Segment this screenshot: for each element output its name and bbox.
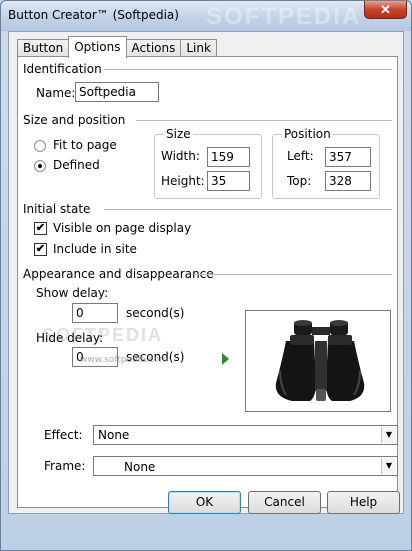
section-divider <box>104 69 392 70</box>
ok-button[interactable]: OK <box>168 491 241 514</box>
width-field[interactable]: 159 <box>207 147 250 167</box>
binoculars-icon <box>275 320 365 401</box>
tab-bar: Button Options Actions Link <box>17 36 217 58</box>
left-label: Left: <box>287 149 314 163</box>
frame-select-value: None <box>124 460 156 474</box>
height-field[interactable]: 35 <box>207 171 250 191</box>
options-panel: Identification Name: Softpedia Size and … <box>17 56 398 508</box>
appearance-heading: Appearance and disappearance <box>23 267 214 281</box>
defined-radio[interactable] <box>34 160 46 172</box>
chevron-down-icon: ▼ <box>381 427 396 443</box>
effect-select-value: None <box>98 428 130 442</box>
preview-watermark-url: www.softpedia.com <box>80 355 168 365</box>
cancel-button[interactable]: Cancel <box>248 491 321 514</box>
initial-state-heading: Initial state <box>23 202 91 216</box>
hide-delay-label: Hide delay: <box>36 331 104 345</box>
frame-label: Frame: <box>44 459 86 473</box>
include-label: Include in site <box>53 242 137 256</box>
effect-label: Effect: <box>44 428 83 442</box>
visible-label: Visible on page display <box>53 221 192 235</box>
help-button[interactable]: Help <box>327 491 400 514</box>
show-delay-field[interactable]: 0 <box>72 303 118 323</box>
width-label: Width: <box>161 149 200 163</box>
section-divider <box>194 274 392 275</box>
section-divider <box>136 120 392 121</box>
left-field[interactable]: 357 <box>325 147 371 167</box>
include-checkbox[interactable]: ✔ <box>34 243 47 256</box>
tab-link[interactable]: Link <box>180 39 217 57</box>
size-position-heading: Size and position <box>23 113 126 127</box>
chevron-down-icon: ▼ <box>381 458 396 474</box>
identification-heading: Identification <box>23 62 102 76</box>
effect-select[interactable]: None ▼ <box>93 425 398 445</box>
height-label: Height: <box>161 174 205 188</box>
name-label: Name: <box>36 86 76 100</box>
position-group-title: Position <box>282 127 333 141</box>
section-divider <box>104 209 392 210</box>
show-delay-unit: second(s) <box>126 306 185 320</box>
fit-to-page-label: Fit to page <box>53 138 117 152</box>
tab-actions[interactable]: Actions <box>125 39 182 57</box>
top-label: Top: <box>287 174 312 188</box>
window-title: Button Creator™ (Softpedia) <box>8 8 179 22</box>
tab-options[interactable]: Options <box>68 36 127 58</box>
visible-checkbox[interactable]: ✔ <box>34 222 47 235</box>
fit-to-page-radio[interactable] <box>34 140 46 152</box>
close-icon: ✕ <box>380 2 391 17</box>
size-group-title: Size <box>164 127 193 141</box>
show-delay-label: Show delay: <box>36 286 109 300</box>
title-bar[interactable]: Button Creator™ (Softpedia) SOFTPEDIA ✕ <box>1 1 411 31</box>
tab-button[interactable]: Button <box>17 39 70 57</box>
play-preview-icon[interactable] <box>222 353 229 365</box>
dialog-content: Button Options Actions Link Identificati… <box>8 31 404 514</box>
dialog-window: Button Creator™ (Softpedia) SOFTPEDIA ✕ … <box>0 0 412 551</box>
button-preview-image <box>245 310 391 412</box>
top-field[interactable]: 328 <box>325 171 371 191</box>
frame-select[interactable]: None ▼ <box>93 456 398 476</box>
close-button[interactable]: ✕ <box>364 1 407 19</box>
name-field[interactable]: Softpedia <box>75 82 159 102</box>
defined-label: Defined <box>53 158 100 172</box>
title-watermark: SOFTPEDIA <box>206 3 362 30</box>
